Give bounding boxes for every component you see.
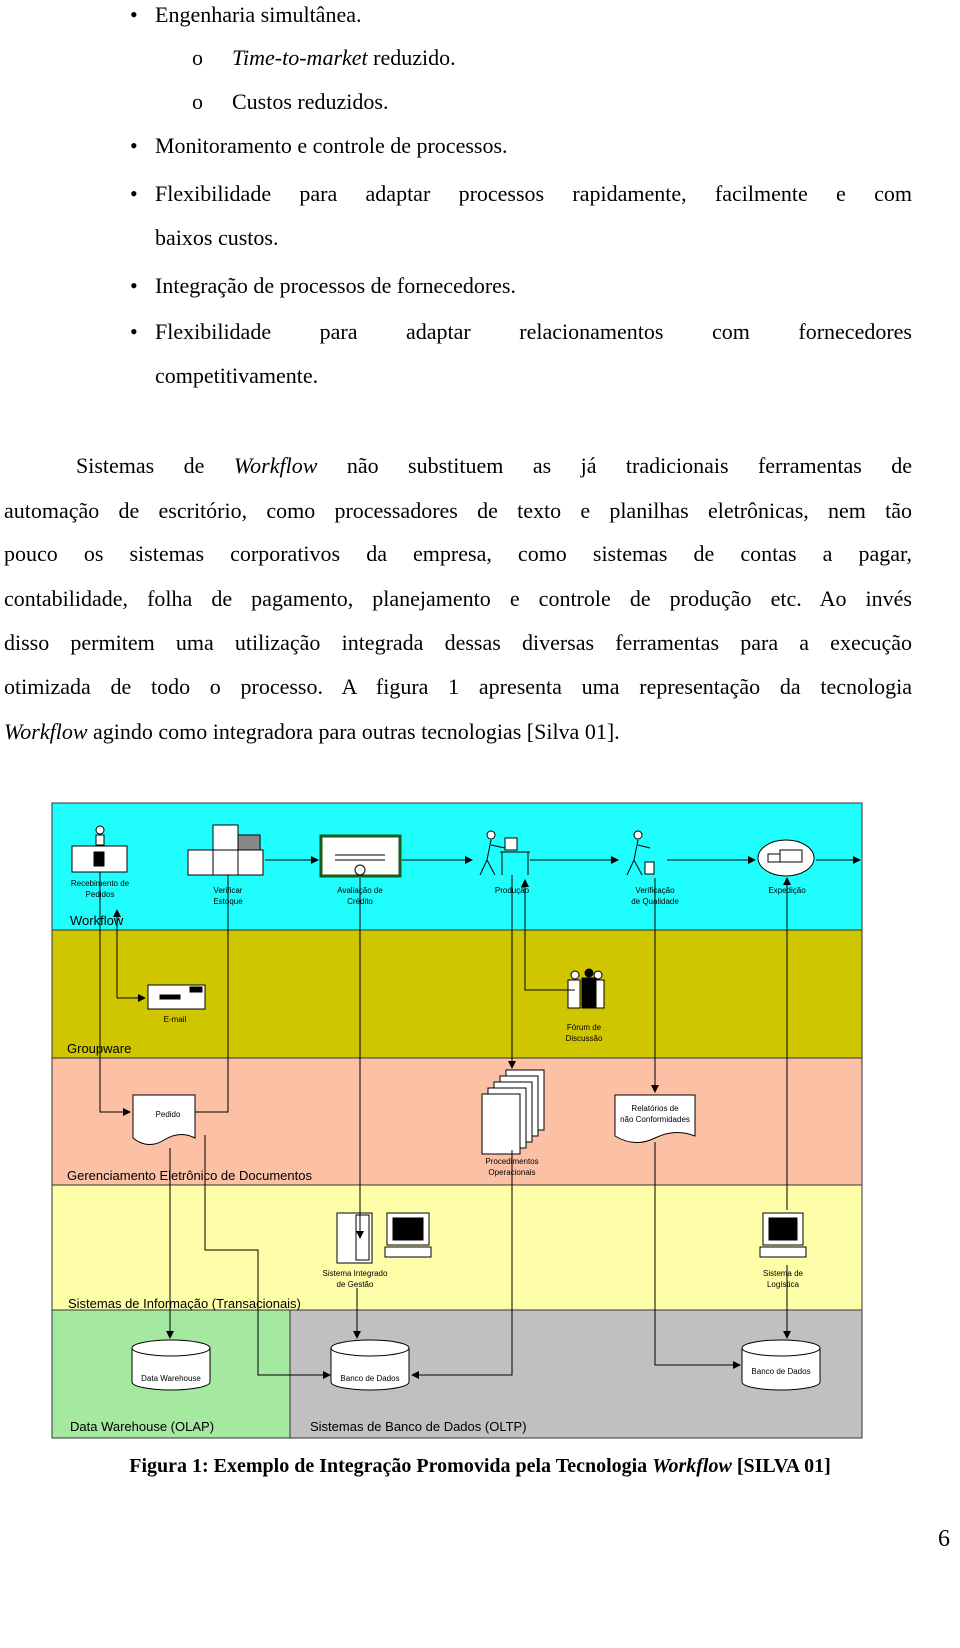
node-label: Operacionais	[488, 1168, 535, 1177]
node-label: Procedimentos	[485, 1157, 538, 1166]
node-label: Avaliação de	[337, 886, 383, 895]
node-label: Sistema de	[763, 1269, 804, 1278]
node-label: Discussão	[566, 1034, 603, 1043]
node-label: Sistema Integrado	[323, 1269, 388, 1278]
server-icon	[336, 1212, 373, 1264]
band-si	[52, 1185, 862, 1310]
truck-icon	[757, 839, 815, 877]
node-label: Banco de Dados	[340, 1374, 399, 1383]
computer-logistics-icon	[759, 1212, 807, 1258]
node-label: Recebimento de	[71, 879, 130, 888]
node-label: Verificação	[635, 886, 675, 895]
node-label: não Conformidades	[620, 1115, 690, 1124]
band-label-ged: Gerenciamento Eletrônico de Documentos	[67, 1168, 312, 1183]
band-label-si: Sistemas de Informação (Transacionais)	[68, 1296, 301, 1311]
node-label: Verificar	[214, 886, 243, 895]
node-label: Banco de Dados	[751, 1367, 810, 1376]
certificate-icon	[319, 834, 402, 878]
page-number: 6	[938, 1526, 950, 1552]
band-label-sbd: Sistemas de Banco de Dados (OLTP)	[310, 1419, 527, 1434]
computer-icon	[384, 1212, 432, 1258]
band-label-dw: Data Warehouse (OLAP)	[70, 1419, 214, 1434]
node-label: E-mail	[164, 1015, 187, 1024]
node-label: Fórum de	[567, 1023, 602, 1032]
band-workflow	[52, 803, 862, 930]
workflow-integration-diagram: Workflow Groupware Gerenciamento Eletrôn…	[51, 802, 863, 1439]
node-label: de Qualidade	[631, 897, 679, 906]
node-label: Data Warehouse	[141, 1374, 201, 1383]
node-label: Pedido	[156, 1110, 181, 1119]
discussion-group-icon	[567, 968, 605, 1009]
figure-caption: Figura 1: Exemplo de Integração Promovid…	[129, 1455, 831, 1477]
node-label: Produção	[495, 886, 530, 895]
node-label: Expedição	[768, 886, 806, 895]
node-label: Logística	[767, 1280, 800, 1289]
node-label: Relatórios de	[631, 1104, 679, 1113]
node-label: Crédito	[347, 897, 373, 906]
node-label: Estoque	[213, 897, 243, 906]
band-label-workflow: Workflow	[70, 913, 124, 928]
email-icon	[147, 984, 206, 1010]
node-label: Pedidos	[86, 890, 115, 899]
node-label: de Gestão	[337, 1280, 374, 1289]
band-label-groupware: Groupware	[67, 1041, 131, 1056]
database-bd2-icon	[741, 1339, 821, 1391]
